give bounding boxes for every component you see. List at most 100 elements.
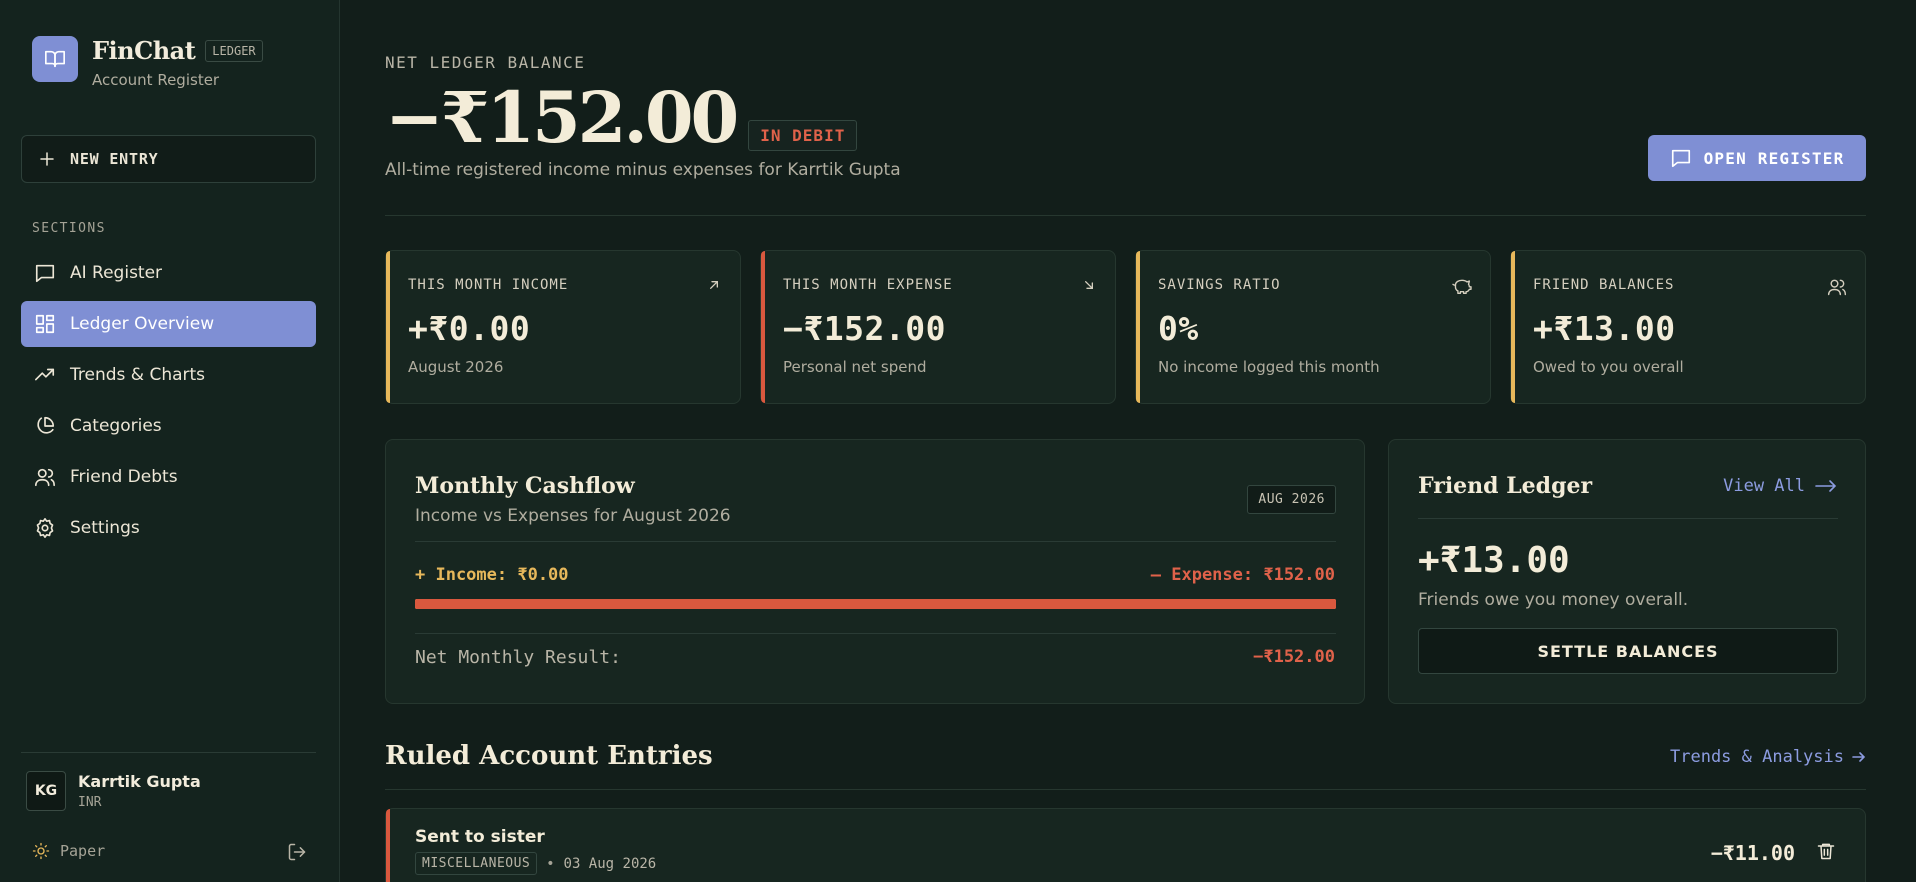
sidebar-item-ai-register[interactable]: AI Register (21, 250, 316, 296)
friend-ledger-amount: +₹13.00 (1418, 540, 1570, 581)
entry-date: 03 Aug 2026 (563, 855, 657, 872)
user-name: Karrtik Gupta (78, 772, 201, 791)
savings-card: SAVINGS RATIO 0% No income logged this m… (1135, 250, 1491, 404)
sun-icon (32, 842, 50, 860)
stat-cards: THIS MONTH INCOME +₹0.00 August 2026 THI… (385, 250, 1866, 404)
sidebar-item-label: Friend Debts (70, 467, 178, 487)
piggy-bank-icon (1452, 277, 1472, 295)
entry-category: MISCELLANEOUS (415, 852, 538, 875)
status-badge: IN DEBIT (748, 120, 858, 151)
sidebar-divider (21, 752, 316, 753)
user-currency: INR (78, 795, 102, 810)
card-subtitle: Personal net spend (783, 358, 927, 376)
cashflow-bar (415, 599, 1336, 609)
card-subtitle: August 2026 (408, 358, 504, 376)
trash-icon (1816, 841, 1836, 861)
brand: FinChat LEDGER Account Register (32, 36, 263, 89)
message-square-icon (34, 262, 56, 284)
logout-icon (287, 842, 307, 862)
card-subtitle: Owed to you overall (1533, 358, 1684, 376)
header-divider (385, 215, 1866, 216)
friend-ledger-divider (1418, 518, 1838, 519)
theme-toggle[interactable]: Paper (32, 842, 105, 860)
card-stripe (1136, 251, 1140, 403)
main-content: NET LEDGER BALANCE −₹152.00 IN DEBIT All… (341, 0, 1916, 882)
view-all-label: View All (1723, 476, 1805, 496)
arrow-down-right-icon (1081, 277, 1097, 293)
income-card: THIS MONTH INCOME +₹0.00 August 2026 (385, 250, 741, 404)
trends-analysis-link[interactable]: Trends & Analysis (1670, 747, 1866, 767)
open-register-label: OPEN REGISTER (1703, 148, 1845, 168)
trends-analysis-label: Trends & Analysis (1670, 747, 1844, 767)
sidebar-item-label: Categories (70, 416, 162, 436)
card-value: +₹13.00 (1533, 309, 1676, 348)
sidebar-item-label: Trends & Charts (70, 365, 206, 385)
sidebar-item-ledger-overview[interactable]: Ledger Overview (21, 301, 316, 347)
entry-title: Sent to sister (415, 827, 545, 847)
users-icon (1827, 277, 1847, 297)
expense-card: THIS MONTH EXPENSE −₹152.00 Personal net… (760, 250, 1116, 404)
open-register-button[interactable]: OPEN REGISTER (1648, 135, 1866, 181)
sidebar-item-settings[interactable]: Settings (21, 505, 316, 551)
settle-balances-label: SETTLE BALANCES (1537, 641, 1719, 661)
avatar: KG (26, 771, 66, 811)
cashflow-title: Monthly Cashflow (415, 473, 635, 499)
sidebar: FinChat LEDGER Account Register NEW ENTR… (0, 0, 340, 882)
arrow-up-right-icon (706, 277, 722, 293)
entries-title: Ruled Account Entries (385, 741, 713, 771)
friend-ledger-subtitle: Friends owe you money overall. (1418, 590, 1689, 610)
card-label: THIS MONTH EXPENSE (783, 277, 953, 293)
sidebar-item-label: Settings (70, 518, 140, 538)
card-stripe (1511, 251, 1515, 403)
friend-ledger-title: Friend Ledger (1418, 473, 1593, 499)
logout-button[interactable] (287, 842, 307, 862)
users-icon (34, 466, 56, 488)
cashflow-subtitle: Income vs Expenses for August 2026 (415, 506, 731, 526)
trending-up-icon (34, 364, 56, 386)
expense-label: – Expense: ₹152.00 (1150, 565, 1335, 585)
list-item[interactable]: Sent to sister MISCELLANEOUS • 03 Aug 20… (385, 808, 1866, 882)
friend-ledger-panel: Friend Ledger View All +₹13.00 Friends o… (1388, 439, 1866, 704)
settle-balances-button[interactable]: SETTLE BALANCES (1418, 628, 1838, 674)
brand-name: FinChat (92, 36, 196, 65)
income-label: + Income: ₹0.00 (415, 565, 569, 585)
card-stripe (761, 251, 765, 403)
card-subtitle: No income logged this month (1158, 358, 1380, 376)
user-profile[interactable]: KG Karrtik Gupta INR (26, 771, 201, 811)
new-entry-label: NEW ENTRY (70, 150, 159, 168)
monthly-cashflow-panel: Monthly Cashflow Income vs Expenses for … (385, 439, 1365, 704)
message-square-icon (1670, 147, 1692, 169)
cashflow-bar-expense (415, 599, 1336, 609)
card-value: +₹0.00 (408, 309, 531, 348)
pie-chart-icon (34, 415, 56, 437)
dashboard-icon (34, 313, 56, 335)
delete-entry-button[interactable] (1816, 841, 1836, 861)
sections-heading: SECTIONS (32, 221, 106, 236)
net-result-label: Net Monthly Result: (415, 647, 621, 668)
view-all-link[interactable]: View All (1723, 476, 1837, 496)
sidebar-nav: AI Register Ledger Overview Trends & Cha… (21, 250, 316, 556)
sidebar-item-categories[interactable]: Categories (21, 403, 316, 449)
plus-icon (38, 150, 56, 168)
cashflow-divider (415, 541, 1336, 542)
theme-label: Paper (60, 842, 106, 860)
sidebar-item-friend-debts[interactable]: Friend Debts (21, 454, 316, 500)
friend-balances-card: FRIEND BALANCES +₹13.00 Owed to you over… (1510, 250, 1866, 404)
brand-subtitle: Account Register (92, 71, 220, 89)
entry-amount: −₹11.00 (1710, 841, 1795, 865)
new-entry-button[interactable]: NEW ENTRY (21, 135, 316, 183)
entries-divider (385, 789, 1866, 790)
balance-subtitle: All-time registered income minus expense… (385, 160, 901, 180)
sidebar-item-label: Ledger Overview (70, 314, 215, 334)
gear-icon (34, 517, 56, 539)
net-balance: −₹152.00 (385, 76, 739, 159)
entry-separator: • (546, 855, 555, 872)
net-result-value: −₹152.00 (1253, 647, 1335, 667)
brand-tag: LEDGER (205, 39, 263, 62)
sidebar-item-label: AI Register (70, 263, 163, 283)
book-open-icon (32, 36, 78, 82)
period-badge: AUG 2026 (1247, 485, 1336, 514)
cashflow-divider (415, 633, 1336, 634)
sidebar-item-trends-charts[interactable]: Trends & Charts (21, 352, 316, 398)
card-value: 0% (1158, 309, 1199, 348)
